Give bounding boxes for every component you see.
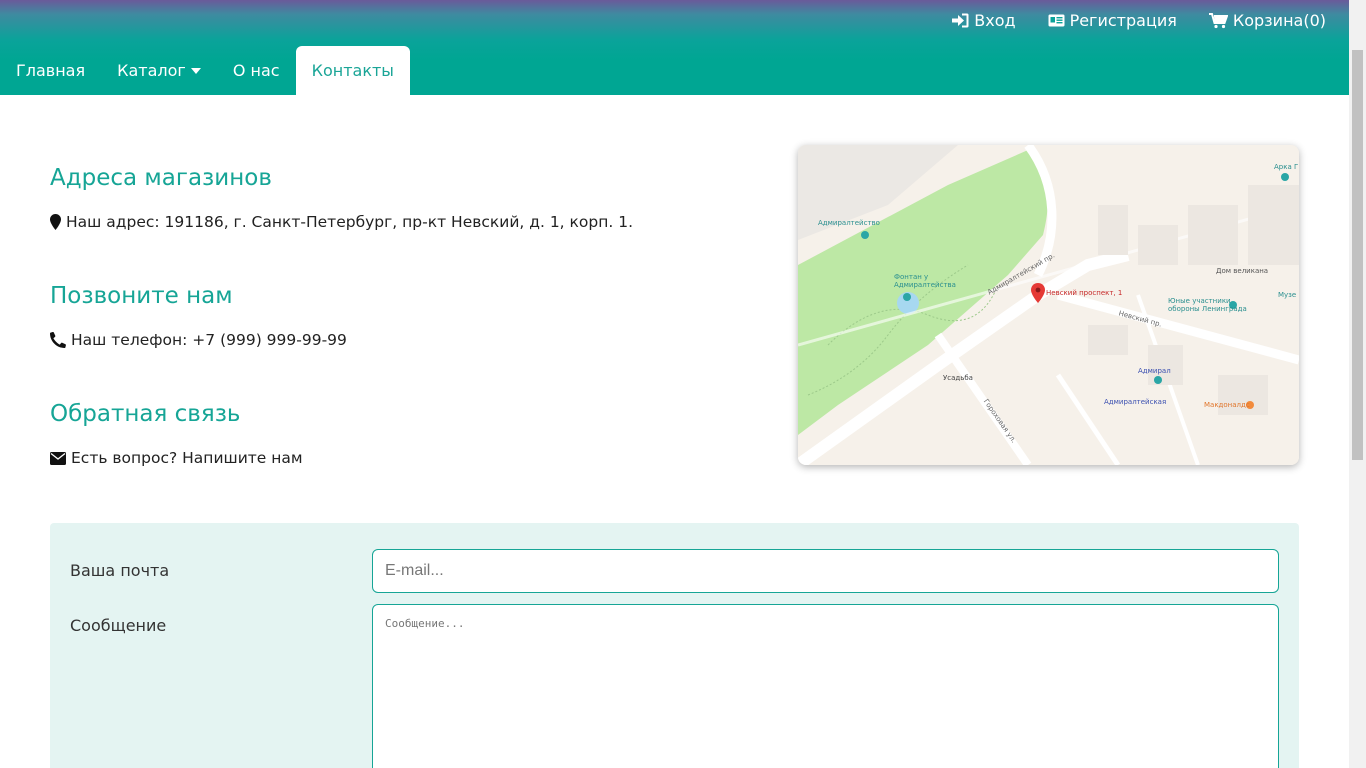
nav-home[interactable]: Главная xyxy=(0,46,101,95)
map-label: Юные участники обороны Ленинграда xyxy=(1168,297,1247,313)
cart-link[interactable]: Корзина(0) xyxy=(1208,11,1326,30)
header: Вход Регистрация Корзина(0) Главная Ката… xyxy=(0,0,1349,95)
feedback-text: Есть вопрос? Напишите нам xyxy=(71,449,303,467)
cart-label: Корзина(0) xyxy=(1232,11,1326,30)
store-map[interactable]: Адмиралтейство Фонтан у Адмиралтейства Н… xyxy=(798,145,1299,465)
map-marker-icon xyxy=(50,214,61,230)
addresses-title: Адреса магазинов xyxy=(50,165,272,191)
map-label: Дом великана xyxy=(1216,267,1269,275)
caret-down-icon xyxy=(190,67,201,74)
message-field[interactable] xyxy=(372,604,1279,768)
nav-catalog-label: Каталог xyxy=(117,61,186,80)
register-label: Регистрация xyxy=(1069,11,1177,30)
phone-line: Наш телефон: +7 (999) 999-99-99 xyxy=(50,331,347,349)
register-link[interactable]: Регистрация xyxy=(1048,11,1177,30)
phone-text: Наш телефон: +7 (999) 999-99-99 xyxy=(71,331,347,349)
nav-home-label: Главная xyxy=(16,61,86,80)
map-label: Адмиралтейство xyxy=(818,219,880,227)
map-label: Музе xyxy=(1278,291,1297,299)
call-title: Позвоните нам xyxy=(50,283,233,309)
top-links: Вход Регистрация Корзина(0) xyxy=(952,11,1326,30)
scrollbar[interactable] xyxy=(1349,0,1366,768)
scrollbar-thumb[interactable] xyxy=(1352,50,1363,460)
email-label: Ваша почта xyxy=(70,561,170,580)
main-nav: Главная Каталог О нас Контакты xyxy=(0,46,410,95)
map-label: Адмиралтейская xyxy=(1104,398,1167,406)
map-label: Макдоналдс xyxy=(1204,401,1250,409)
id-card-icon xyxy=(1048,14,1065,27)
nav-catalog[interactable]: Каталог xyxy=(101,46,217,95)
login-label: Вход xyxy=(974,11,1016,30)
map-label: Фонтан у Адмиралтейства xyxy=(894,273,956,289)
phone-icon xyxy=(50,332,66,348)
nav-contacts-label: Контакты xyxy=(311,61,394,80)
shopping-cart-icon xyxy=(1208,12,1228,28)
nav-contacts[interactable]: Контакты xyxy=(295,46,410,95)
email-field[interactable] xyxy=(372,549,1279,593)
feedback-title: Обратная связь xyxy=(50,401,241,427)
map-label: Невский проспект, 1 xyxy=(1046,289,1123,297)
feedback-form: Ваша почта Сообщение xyxy=(50,523,1299,768)
message-label: Сообщение xyxy=(70,616,167,635)
page: Вход Регистрация Корзина(0) Главная Ката… xyxy=(0,0,1366,768)
envelope-icon xyxy=(50,451,66,465)
sign-in-icon xyxy=(952,13,969,28)
map-label: Адмирал xyxy=(1138,367,1171,375)
nav-about-label: О нас xyxy=(232,61,280,80)
map-label: Арка Г xyxy=(1274,163,1299,171)
address-line: Наш адрес: 191186, г. Санкт-Петербург, п… xyxy=(50,213,633,231)
feedback-line: Есть вопрос? Напишите нам xyxy=(50,449,303,467)
map-label: Усадьба xyxy=(943,374,973,382)
nav-about[interactable]: О нас xyxy=(217,46,296,95)
login-link[interactable]: Вход xyxy=(952,11,1016,30)
address-text: Наш адрес: 191186, г. Санкт-Петербург, п… xyxy=(66,213,633,231)
